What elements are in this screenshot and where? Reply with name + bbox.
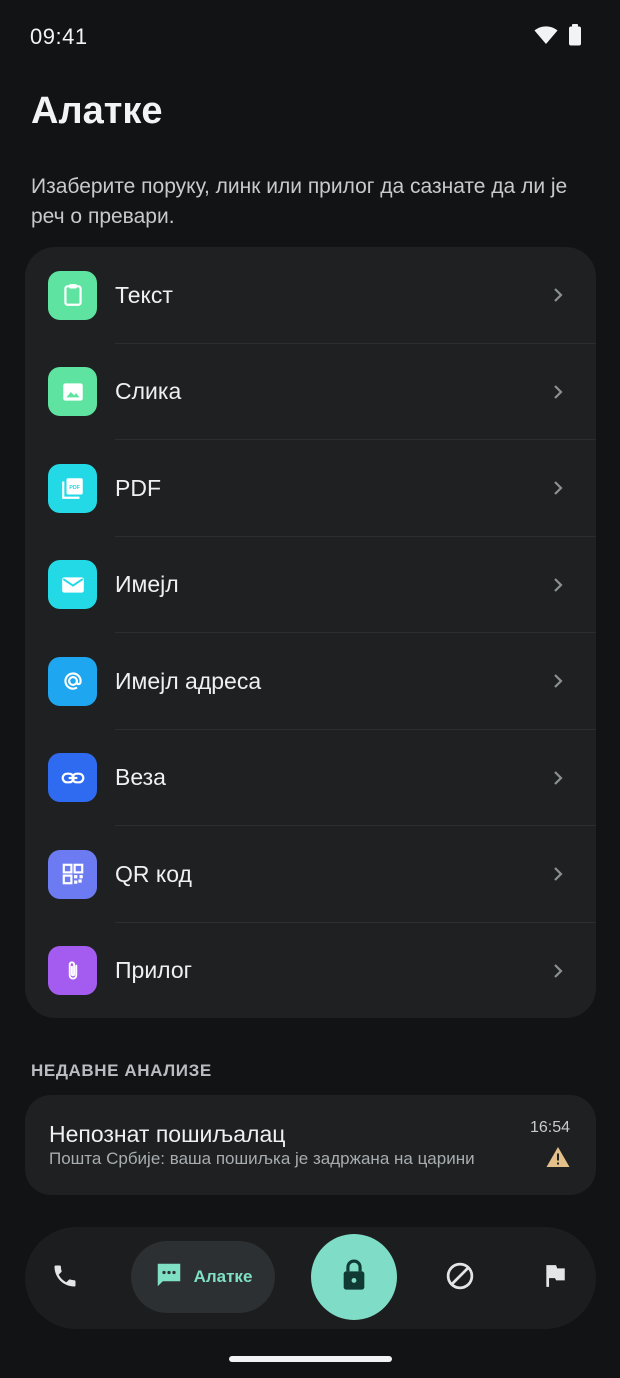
paperclip-icon (48, 946, 97, 996)
nav-report[interactable] (530, 1253, 580, 1303)
recent-analysis-item[interactable]: Непознат пошиљалац Пошта Србије: ваша по… (25, 1095, 596, 1195)
chevron-right-icon (552, 865, 564, 883)
recent-section-label: НЕДАВНЕ АНАЛИЗЕ (31, 1061, 212, 1080)
chevron-right-icon (552, 479, 564, 497)
qr-code-icon (48, 849, 97, 899)
tool-label: PDF (115, 474, 161, 501)
recent-item-preview: Пошта Србије: ваша пошиљка је задржана н… (49, 1149, 475, 1168)
message-icon (154, 1260, 184, 1295)
block-icon (445, 1261, 475, 1296)
chevron-right-icon (552, 672, 564, 690)
clipboard-icon (48, 270, 97, 320)
warning-icon (546, 1146, 570, 1168)
phone-icon (51, 1262, 79, 1295)
tool-label: QR код (115, 860, 192, 887)
page-subtitle: Изаберите поруку, линк или прилог да саз… (31, 175, 568, 228)
tool-label: Слика (115, 378, 182, 405)
tool-label: Имејл (115, 571, 179, 598)
tool-item-text[interactable]: Текст (25, 247, 596, 344)
tool-label: Веза (115, 764, 166, 791)
chevron-right-icon (552, 286, 564, 304)
mail-icon (48, 560, 97, 610)
chevron-right-icon (552, 383, 564, 401)
chevron-right-icon (552, 962, 564, 980)
tools-screen: 09:41 Алатке Изаберите поруку, линк или … (0, 0, 620, 1378)
nav-protect[interactable] (311, 1234, 397, 1320)
svg-text:PDF: PDF (69, 485, 81, 491)
pdf-icon: PDF (48, 463, 97, 513)
tools-list: Текст Слика PDF PDF Имејл Имејл адреса В… (25, 247, 596, 1018)
nav-phone[interactable] (40, 1253, 90, 1303)
tool-item-image[interactable]: Слика (25, 344, 596, 440)
chevron-right-icon (552, 576, 564, 594)
status-bar: 09:41 (0, 0, 620, 76)
tool-item-link[interactable]: Веза (25, 730, 596, 826)
page-title: Алатке (31, 90, 163, 132)
tool-label: Текст (115, 281, 173, 308)
tool-item-qr-code[interactable]: QR код (25, 826, 596, 923)
flag-icon (542, 1262, 568, 1295)
wifi-icon (534, 25, 558, 50)
chevron-right-icon (552, 769, 564, 787)
recent-item-time: 16:54 (529, 1119, 570, 1136)
status-icons (534, 24, 582, 51)
tool-label: Прилог (115, 957, 193, 984)
nav-tools-label: Алатке (193, 1267, 253, 1286)
tool-item-attachment[interactable]: Прилог (25, 923, 596, 1019)
tool-item-email-address[interactable]: Имејл адреса (25, 633, 596, 730)
lock-icon (339, 1258, 369, 1297)
nav-tools[interactable]: Алатке (131, 1241, 275, 1313)
status-time: 09:41 (30, 24, 88, 49)
home-indicator[interactable] (229, 1356, 392, 1362)
link-icon (48, 753, 97, 803)
image-icon (48, 367, 97, 417)
nav-block[interactable] (435, 1253, 485, 1303)
tool-label: Имејл адреса (115, 667, 262, 694)
tool-item-email[interactable]: Имејл (25, 537, 596, 633)
tool-item-pdf[interactable]: PDF PDF (25, 440, 596, 537)
battery-icon (568, 24, 582, 51)
recent-item-title: Непознат пошиљалац (49, 1121, 286, 1147)
bottom-navigation: Алатке (25, 1227, 596, 1329)
at-sign-icon (48, 656, 97, 706)
